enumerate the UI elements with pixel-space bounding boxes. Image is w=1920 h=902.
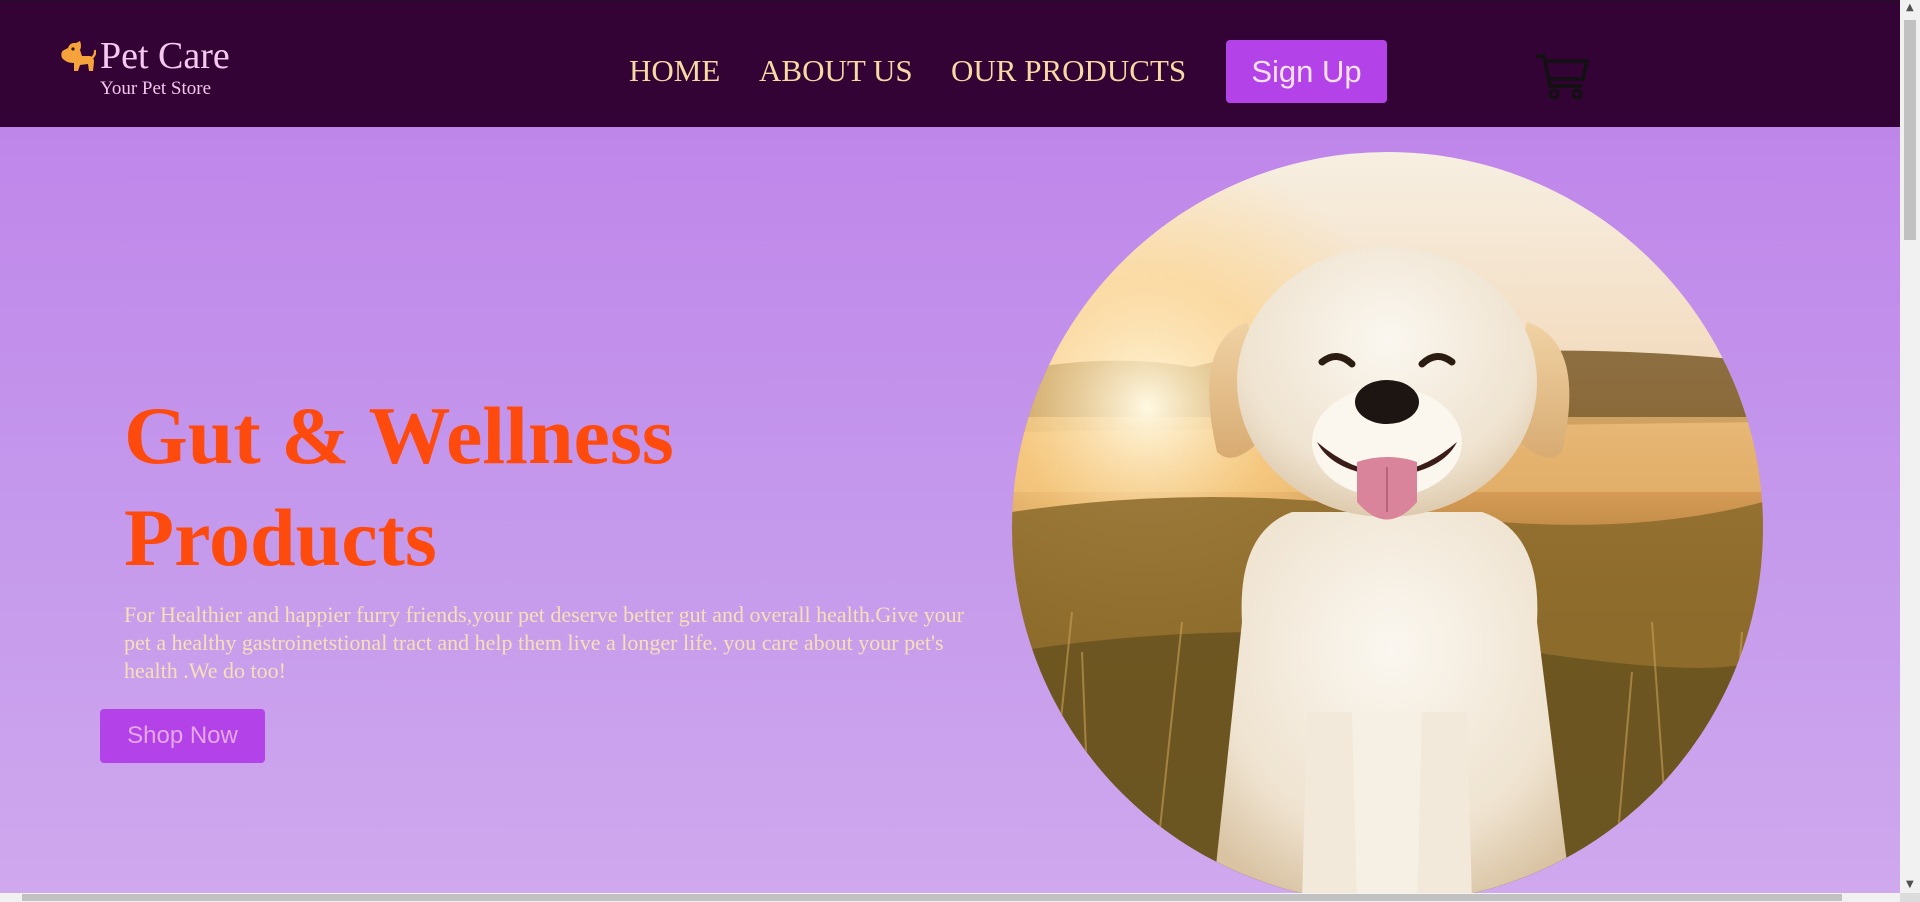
vertical-scroll-thumb[interactable]	[1904, 20, 1916, 240]
dog-icon	[61, 41, 96, 71]
hero-title-line-1: Gut & Wellness	[124, 390, 674, 481]
page-viewport: Pet Care Your Pet Store HOME ABOUT US OU…	[0, 0, 1900, 893]
scrollbar-corner	[1900, 893, 1920, 902]
sign-up-button[interactable]: Sign Up	[1226, 40, 1387, 103]
vertical-scrollbar[interactable]: ▲ ▼	[1900, 0, 1920, 893]
hero-title-line-2: Products	[124, 492, 437, 583]
cart-icon[interactable]	[1534, 52, 1590, 102]
brand-title: Pet Care	[100, 35, 230, 77]
scroll-down-icon[interactable]: ▼	[1906, 880, 1914, 890]
scroll-up-icon[interactable]: ▲	[1906, 3, 1914, 13]
horizontal-scrollbar[interactable]	[0, 893, 1900, 902]
puppy-illustration	[1012, 152, 1763, 893]
nav-about-us-link[interactable]: ABOUT US	[759, 49, 913, 93]
hero-title: Gut & Wellness Products	[124, 385, 844, 589]
horizontal-scroll-thumb[interactable]	[22, 894, 1842, 901]
site-header: Pet Care Your Pet Store HOME ABOUT US OU…	[0, 0, 1900, 127]
nav-our-products-link[interactable]: OUR PRODUCTS	[951, 49, 1186, 93]
brand-subtitle: Your Pet Store	[100, 78, 212, 99]
hero-dog-image	[1012, 152, 1763, 893]
hero-section: Gut & Wellness Products For Healthier an…	[0, 127, 1900, 893]
hero-description: For Healthier and happier furry friends,…	[124, 602, 964, 683]
shop-now-button[interactable]: Shop Now	[100, 709, 265, 763]
nav-home-link[interactable]: HOME	[629, 49, 720, 93]
